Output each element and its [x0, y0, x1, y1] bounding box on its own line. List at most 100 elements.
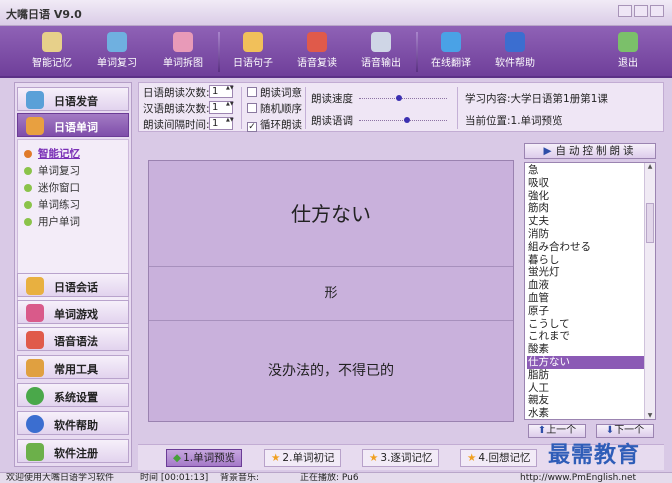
sub-item-word-review[interactable]: 单词复习 — [24, 163, 80, 178]
word-list-item[interactable]: これまで — [527, 330, 645, 343]
check-icon: ✓ — [247, 122, 257, 132]
prev-word-button[interactable]: ⬆上一个 — [528, 424, 586, 438]
toolbar-word-review-button[interactable]: 单词复习 — [92, 28, 142, 76]
toolbar-repeat-audio-button[interactable]: 语音复读 — [292, 28, 342, 76]
word-list-item[interactable]: 消防 — [527, 228, 645, 241]
speed-slider[interactable] — [359, 95, 447, 101]
word-list-item[interactable]: こうして — [527, 318, 645, 331]
toolbar-voice-output-button[interactable]: 语音输出 — [356, 28, 406, 76]
word-list-item[interactable]: 蛍光灯 — [527, 266, 645, 279]
word-list-item[interactable]: 強化 — [527, 190, 645, 203]
status-playing: 正在播放: Pu6 — [300, 473, 359, 483]
nav-word-game[interactable]: 单词游戏 — [17, 300, 129, 324]
word-list-scrollbar[interactable]: ▲ ▼ — [644, 163, 655, 419]
settings-icon — [26, 387, 44, 405]
watermark: 最需教育 — [548, 442, 641, 468]
tone-slider[interactable] — [359, 117, 447, 123]
nav-conversation[interactable]: 日语会话 — [17, 273, 129, 297]
interval-spinner[interactable]: 1 — [209, 117, 233, 130]
nav-register[interactable]: 软件注册 — [17, 439, 129, 463]
main-toolbar: 智能记忆 单词复习 单词拆图 日语句子 语音复读 语音输出 在线翻译 软件帮助 … — [0, 26, 672, 78]
down-arrow-icon: ⬇ — [605, 425, 615, 436]
up-arrow-icon: ⬆ — [537, 425, 547, 436]
tab-word-by-word[interactable]: ★ 3.逐词记忆 — [362, 449, 440, 467]
people-icon — [243, 32, 263, 52]
maximize-button[interactable] — [634, 5, 648, 17]
random-order-checkbox[interactable]: 随机顺序 — [247, 101, 302, 116]
word-list-item[interactable]: 急 — [527, 164, 645, 177]
close-button[interactable] — [650, 5, 664, 17]
toolbar-help-button[interactable]: 软件帮助 — [490, 28, 540, 76]
word-list-item[interactable]: 親友 — [527, 394, 645, 407]
scroll-up-icon[interactable]: ▲ — [645, 163, 655, 170]
word-display: 仕方ない 形 没办法的，不得已的 — [148, 160, 514, 422]
word-list-item[interactable]: 水素 — [527, 407, 645, 419]
sub-item-smart-memory[interactable]: 智能记忆 — [24, 146, 80, 161]
loop-read-checkbox[interactable]: ✓ 循环朗读 — [247, 117, 302, 132]
minimize-button[interactable] — [618, 5, 632, 17]
word-meaning: 没办法的，不得已的 — [268, 363, 394, 379]
speed-label: 朗读速度 — [311, 93, 353, 105]
sub-item-mini-window[interactable]: 迷你窗口 — [24, 180, 80, 195]
nav-words[interactable]: 日语单词 — [17, 113, 129, 137]
play-icon: ▶ — [543, 145, 552, 157]
toolbar-online-translate-button[interactable]: 在线翻译 — [426, 28, 476, 76]
word-list-item[interactable]: 脂肪 — [527, 369, 645, 382]
tab-word-first-memory[interactable]: ★ 2.单词初记 — [264, 449, 342, 467]
nav-settings[interactable]: 系统设置 — [17, 383, 129, 407]
reading-controls: 日语朗读次数: 1 汉语朗读次数: 1 朗读间隔时间: 1 朗读词意 随机顺序 … — [138, 82, 664, 132]
study-content: 学习内容:大学日语第1册第1课 — [465, 93, 608, 105]
control-separator — [241, 87, 242, 129]
nav-help[interactable]: 软件帮助 — [17, 411, 129, 435]
word-list-item[interactable]: 暮らし — [527, 254, 645, 267]
conversation-icon — [26, 277, 44, 295]
tab-recall-memory[interactable]: ★ 4.回想记忆 — [460, 449, 538, 467]
scroll-down-icon[interactable]: ▼ — [645, 412, 655, 419]
word-list-item[interactable]: 血管 — [527, 292, 645, 305]
status-time: 时间 [00:01:13] — [140, 473, 209, 483]
scrollbar-thumb[interactable] — [646, 203, 654, 243]
word-list[interactable]: 急吸収 強化 筋肉 丈夫 消防 組み合わせる 暮らし 蛍光灯 血液 血管 原子 こうして これまで 酸素仕… — [524, 162, 656, 420]
word-list-item[interactable]: 吸収 — [527, 177, 645, 190]
word-list-item[interactable]: 酸素 — [527, 343, 645, 356]
status-bgm: 背景音乐: — [220, 473, 260, 483]
tab-word-preview[interactable]: ◆ 1.单词预览 — [166, 449, 243, 467]
word-list-item[interactable]: 組み合わせる — [527, 241, 645, 254]
nav-grammar[interactable]: 语音语法 — [17, 327, 129, 351]
bullet-icon — [24, 150, 32, 158]
tone-slider-knob[interactable] — [404, 117, 411, 123]
word-part-of-speech: 形 — [149, 267, 513, 321]
speed-slider-knob[interactable] — [395, 95, 402, 101]
help-icon — [505, 32, 525, 52]
word-list-item[interactable]: 仕方ない — [527, 356, 645, 369]
nav-tools[interactable]: 常用工具 — [17, 355, 129, 379]
toolbar-smart-memory-button[interactable]: 智能记忆 — [28, 28, 76, 76]
arrow-icon: ◆ — [173, 452, 182, 464]
toolbar-exit-button[interactable]: 退出 — [608, 28, 648, 76]
auto-read-button[interactable]: ▶ 自动控制朗读 — [524, 143, 656, 159]
toolbar-sentences-button[interactable]: 日语句子 — [228, 28, 278, 76]
status-url[interactable]: http://www.PmEnglish.net — [520, 473, 636, 483]
word-list-item[interactable]: 人工 — [527, 382, 645, 395]
word-list-item[interactable]: 原子 — [527, 305, 645, 318]
pronunciation-icon — [26, 91, 44, 109]
sub-item-user-words[interactable]: 用户单词 — [24, 214, 80, 229]
exit-icon — [618, 32, 638, 52]
nav-pronunciation[interactable]: 日语发音 — [17, 87, 129, 111]
star-icon: ★ — [467, 452, 477, 464]
word-list-item[interactable]: 筋肉 — [527, 202, 645, 215]
status-bar: 欢迎使用大嘴日语学习软件 时间 [00:01:13] 背景音乐: 正在播放: P… — [0, 472, 672, 483]
jp-read-count-spinner[interactable]: 1 — [209, 85, 233, 98]
word-list-item[interactable]: 丈夫 — [527, 215, 645, 228]
next-word-button[interactable]: ⬇下一个 — [596, 424, 654, 438]
pencil-icon — [107, 32, 127, 52]
puzzle-icon — [173, 32, 193, 52]
toolbar-word-split-button[interactable]: 单词拆图 — [158, 28, 208, 76]
register-icon — [26, 443, 44, 461]
window-title: 大嘴日语 V9.0 — [6, 8, 82, 21]
read-meaning-checkbox[interactable]: 朗读词意 — [247, 85, 302, 100]
sub-item-word-practice[interactable]: 单词练习 — [24, 197, 80, 212]
cn-read-count-spinner[interactable]: 1 — [209, 101, 233, 114]
word-list-item[interactable]: 血液 — [527, 279, 645, 292]
globe-icon — [441, 32, 461, 52]
